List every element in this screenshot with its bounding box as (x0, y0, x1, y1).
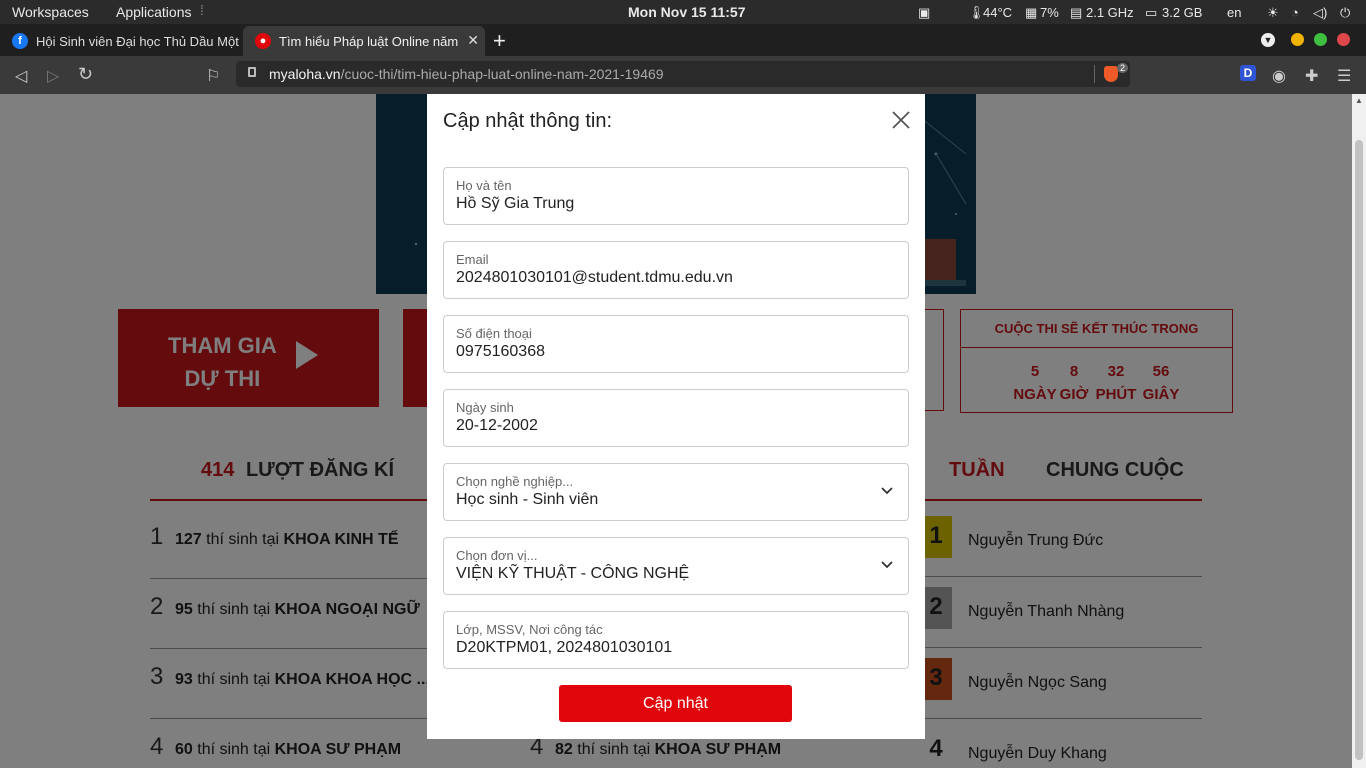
scroll-up-icon[interactable]: ▲ (1355, 96, 1363, 105)
field-value[interactable]: 0975160368 (456, 343, 545, 361)
field-value[interactable]: 20-12-2002 (456, 417, 538, 435)
update-button[interactable]: Cập nhật (559, 685, 792, 722)
full-name-field[interactable]: Họ và tên Hồ Sỹ Gia Trung (443, 167, 909, 225)
brave-shields-icon[interactable] (1104, 66, 1118, 82)
applications-menu[interactable]: Applications (116, 4, 192, 20)
field-label: Lớp, MSSV, Nơi công tác (456, 622, 603, 637)
forward-icon[interactable]: ▷ (47, 66, 59, 86)
power-icon[interactable]: ⏻ (1340, 5, 1350, 21)
cpu-icon: ▦ (1025, 5, 1038, 20)
field-value[interactable]: 2024801030101@student.tdmu.edu.vn (456, 269, 733, 287)
scrollbar-thumb[interactable] (1355, 140, 1363, 760)
url-text[interactable]: myaloha.vn/cuoc-thi/tim-hieu-phap-luat-o… (269, 66, 664, 82)
field-label: Chọn nghề nghiệp... (456, 474, 574, 489)
brightness-icon[interactable]: ☀ (1267, 5, 1279, 21)
chevron-down-icon[interactable] (880, 558, 894, 572)
workspaces-menu[interactable]: Workspaces (12, 4, 89, 20)
shields-badge: 2 (1117, 63, 1129, 73)
wifi-icon[interactable]: ◔ (1291, 5, 1299, 20)
update-info-modal: Cập nhật thông tin: Họ và tên Hồ Sỹ Gia … (427, 94, 925, 739)
field-value[interactable]: D20KTPM01, 2024801030101 (456, 639, 672, 657)
occupation-select[interactable]: Chọn nghề nghiệp... Học sinh - Sinh viên (443, 463, 909, 521)
volume-icon[interactable]: ◁) (1313, 5, 1327, 21)
menu-icon[interactable]: ☰ (1337, 66, 1351, 86)
address-bar[interactable]: myaloha.vn/cuoc-thi/tim-hieu-phap-luat-o… (236, 61, 1130, 87)
close-window-icon[interactable] (1337, 33, 1350, 46)
field-value[interactable]: Hồ Sỹ Gia Trung (456, 195, 574, 213)
display-icon[interactable]: ▣ (918, 5, 930, 21)
temperature-value: 44°C (983, 5, 1013, 20)
tab-strip: f Hội Sinh viên Đại học Thủ Dầu Một | ● … (0, 24, 1366, 56)
system-top-bar: Workspaces Applications ⁞ Mon Nov 15 11:… (0, 0, 1366, 24)
separator-icon: ⁞ (200, 2, 204, 18)
modal-title: Cập nhật thông tin: (443, 110, 613, 132)
tab-title: Tìm hiểu Pháp luật Online năm 2 (279, 33, 459, 49)
unit-select[interactable]: Chọn đơn vị... VIỆN KỸ THUẬT - CÔNG NGHỆ (443, 537, 909, 595)
field-label: Số điện thoại (456, 326, 532, 341)
maximize-icon[interactable] (1314, 33, 1327, 46)
tab-search-icon[interactable]: ▼ (1261, 33, 1275, 47)
field-label: Email (456, 252, 489, 267)
tab-facebook[interactable]: f Hội Sinh viên Đại học Thủ Dầu Một | (0, 26, 240, 56)
url-divider (1094, 65, 1095, 83)
class-id-workplace-field[interactable]: Lớp, MSSV, Nơi công tác D20KTPM01, 20248… (443, 611, 909, 669)
myaloha-icon: ● (255, 33, 271, 49)
back-icon[interactable]: ◁ (15, 66, 27, 86)
new-tab-button[interactable]: + (493, 28, 506, 54)
facebook-icon: f (12, 33, 28, 49)
birthdate-field[interactable]: Ngày sinh 20-12-2002 (443, 389, 909, 447)
tab-myaloha[interactable]: ● Tìm hiểu Pháp luật Online năm 2 ✕ (243, 26, 485, 56)
reload-icon[interactable]: ↻ (78, 64, 93, 85)
page-scrollbar[interactable]: ▲ (1352, 94, 1366, 768)
memory-value: 3.2 GB (1162, 5, 1203, 20)
chip-icon: ▤ (1070, 5, 1083, 20)
field-label: Chọn đơn vị... (456, 548, 538, 563)
field-value[interactable]: VIỆN KỸ THUẬT - CÔNG NGHỆ (456, 565, 689, 583)
extensions-puzzle-icon[interactable]: ✚ (1305, 66, 1318, 86)
frequency-value: 2.1 GHz (1086, 5, 1134, 20)
extension-glasses-icon[interactable]: ◉ (1272, 66, 1286, 86)
minimize-icon[interactable] (1291, 33, 1304, 46)
bookmark-icon[interactable]: ⚐ (206, 66, 220, 86)
extension-d-icon[interactable]: D (1240, 65, 1256, 81)
close-tab-icon[interactable]: ✕ (467, 32, 479, 49)
field-label: Ngày sinh (456, 400, 514, 415)
tab-title: Hội Sinh viên Đại học Thủ Dầu Một | (36, 33, 240, 49)
phone-field[interactable]: Số điện thoại 0975160368 (443, 315, 909, 373)
memory-icon: ▭ (1145, 5, 1158, 20)
close-icon[interactable] (889, 108, 913, 132)
cpu-value: 7% (1040, 5, 1059, 20)
clock[interactable]: Mon Nov 15 11:57 (628, 4, 746, 20)
chevron-down-icon[interactable] (880, 484, 894, 498)
language-indicator[interactable]: en (1227, 5, 1241, 20)
lock-icon (248, 67, 256, 77)
field-label: Họ và tên (456, 178, 512, 193)
email-field[interactable]: Email 2024801030101@student.tdmu.edu.vn (443, 241, 909, 299)
field-value[interactable]: Học sinh - Sinh viên (456, 491, 598, 509)
